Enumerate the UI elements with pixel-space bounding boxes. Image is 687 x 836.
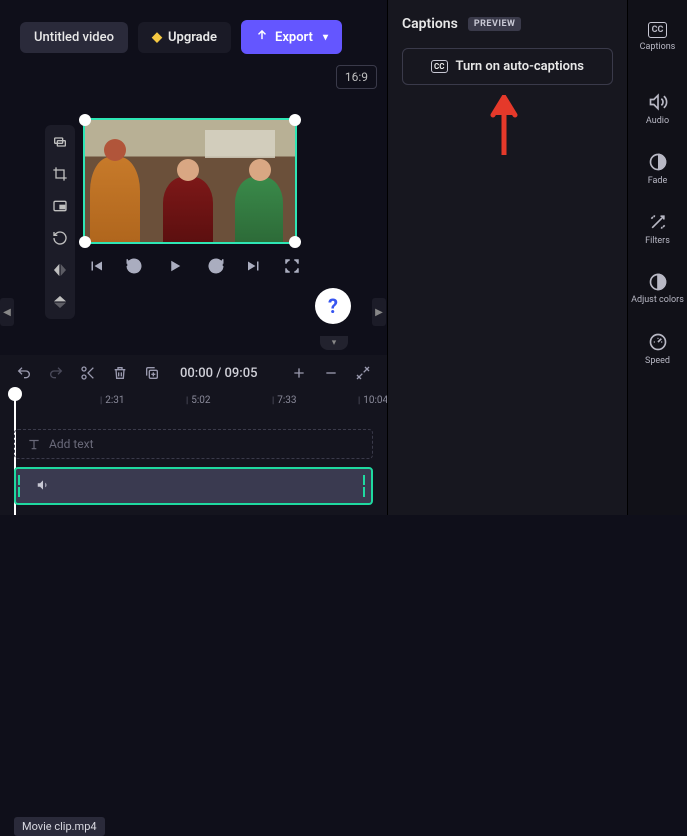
export-button[interactable]: Export ▾ [241,20,342,54]
duplicate-icon[interactable] [144,365,160,381]
zoom-out-icon[interactable] [323,365,339,381]
crop-icon[interactable] [51,165,69,183]
rail-label: Captions [640,42,676,52]
preview-figure [90,157,140,242]
auto-captions-label: Turn on auto-captions [456,59,584,74]
rail-label: Fade [648,176,668,186]
resize-handle[interactable] [79,236,91,248]
ruler-tick: 10:04 [358,395,388,406]
clip-trim-right[interactable] [363,475,369,497]
rail-label: Audio [646,116,669,126]
upgrade-label: Upgrade [168,30,217,45]
gauge-icon [648,332,668,352]
captions-panel: Captions PREVIEW CC Turn on auto-caption… [387,0,627,515]
cc-icon: CC [431,60,447,73]
auto-captions-button[interactable]: CC Turn on auto-captions [402,48,613,85]
skip-end-icon[interactable] [243,255,265,277]
rotate-icon[interactable] [51,229,69,247]
preview-figure [235,177,283,242]
rail-label: Filters [645,236,670,246]
split-icon[interactable] [80,365,96,381]
clip-name-label: Movie clip.mp4 [14,817,105,836]
text-track-placeholder: Add text [49,437,94,451]
text-track[interactable]: Add text [14,429,373,459]
undo-icon[interactable] [16,365,32,381]
timeline-time: 00:00 / 09:05 [180,366,258,381]
clip-trim-left[interactable] [18,475,24,497]
speaker-icon [648,92,668,112]
resize-handle[interactable] [289,236,301,248]
play-icon[interactable] [161,252,189,280]
playback-controls: 5 5 [85,252,303,280]
video-preview [85,120,295,242]
canvas-tool-rail [45,125,75,319]
ruler-tick: 7:33 [272,395,297,406]
rail-speed[interactable]: Speed [628,322,687,376]
rail-captions[interactable]: CC Captions [628,12,687,62]
resize-handle[interactable] [79,114,91,126]
question-icon: ? [328,294,338,318]
fullscreen-icon[interactable] [281,255,303,277]
text-icon [27,437,41,451]
contrast-icon [648,272,668,292]
fit-icon[interactable] [355,365,371,381]
aspect-ratio-button[interactable]: 16:9 [336,65,377,89]
forward-5-icon[interactable]: 5 [205,255,227,277]
redo-icon [48,365,64,381]
canvas-selection[interactable] [83,118,297,244]
upload-icon [255,28,269,46]
top-bar: Untitled video ◆ Upgrade Export ▾ [20,20,342,54]
ruler-tick: 5:02 [186,395,211,406]
captions-panel-title: Captions [402,16,458,32]
delete-icon[interactable] [112,365,128,381]
ruler-tick: 2:31 [100,395,125,406]
preview-badge: PREVIEW [468,17,522,31]
flip-vertical-icon[interactable] [51,293,69,311]
magic-wand-icon [648,212,668,232]
project-title-button[interactable]: Untitled video [20,22,128,53]
upgrade-button[interactable]: ◆ Upgrade [138,22,231,53]
pip-icon[interactable] [51,197,69,215]
properties-rail: CC Captions Audio Fade Filters Adjust co… [627,0,687,515]
timeline-panel: 00:00 / 09:05 2:31 5:02 7:33 10:04 Add t… [0,355,387,515]
video-clip[interactable] [14,467,373,505]
rail-fade[interactable]: Fade [628,142,687,196]
panel-nav-left[interactable]: ◀ [0,298,14,326]
timeline-toolbar: 00:00 / 09:05 [0,355,387,391]
chevron-down-icon: ▾ [323,32,328,43]
timeline-ruler[interactable]: 2:31 5:02 7:33 10:04 [14,391,387,413]
preview-bg-window [205,130,275,158]
skip-start-icon[interactable] [85,255,107,277]
zoom-in-icon[interactable] [291,365,307,381]
rail-filters[interactable]: Filters [628,202,687,256]
rail-label: Adjust colors [631,296,684,306]
rail-label: Speed [645,356,670,366]
export-label: Export [275,30,313,45]
flip-horizontal-icon[interactable] [51,261,69,279]
panel-nav-right[interactable]: ▶ [372,298,386,326]
fade-icon [648,152,668,172]
resize-handle[interactable] [289,114,301,126]
rail-adjust-colors[interactable]: Adjust colors [628,262,687,316]
collapse-timeline-icon[interactable]: ▾ [320,336,348,350]
volume-icon[interactable] [36,477,50,496]
preview-figure [163,177,213,242]
rail-audio[interactable]: Audio [628,82,687,136]
help-button[interactable]: ? [315,288,351,324]
rewind-5-icon[interactable]: 5 [123,255,145,277]
cc-icon: CC [648,22,668,38]
layers-icon[interactable] [51,133,69,151]
diamond-icon: ◆ [152,30,162,45]
